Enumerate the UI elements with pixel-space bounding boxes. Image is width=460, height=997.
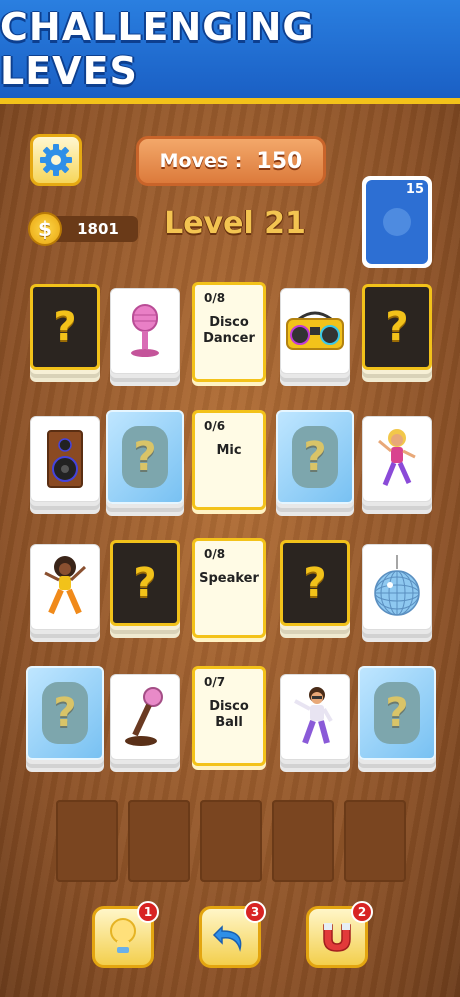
card-disco-dancer[interactable] bbox=[362, 416, 432, 502]
deck-emblem-icon bbox=[383, 208, 411, 236]
mystery-card[interactable]: ? bbox=[280, 540, 350, 626]
card-stack[interactable] bbox=[362, 416, 432, 516]
settings-button[interactable] bbox=[30, 134, 82, 186]
goal-count: 0/7 bbox=[204, 675, 226, 689]
goal-count: 0/8 bbox=[204, 291, 226, 305]
goal-label: Disco Dancer bbox=[203, 315, 255, 346]
goal-card-mic: 0/6 Mic bbox=[192, 410, 266, 510]
card-stack[interactable] bbox=[30, 416, 100, 516]
booster-count-badge: 3 bbox=[244, 901, 266, 923]
goal-label: Speaker bbox=[199, 571, 259, 586]
card-stack[interactable]: ? bbox=[358, 666, 436, 770]
booster-count-badge: 2 bbox=[351, 901, 373, 923]
question-mark-icon: ? bbox=[133, 560, 157, 606]
card-speaker[interactable] bbox=[30, 416, 100, 502]
card-disco-ball[interactable] bbox=[362, 544, 432, 630]
card-stack[interactable]: ? bbox=[106, 410, 184, 514]
disco-ball-icon bbox=[374, 555, 420, 616]
card-stack[interactable] bbox=[280, 288, 350, 388]
card-stack[interactable]: ? bbox=[362, 284, 432, 384]
mystery-card[interactable]: ? bbox=[30, 284, 100, 370]
goal-count: 0/6 bbox=[204, 419, 226, 433]
magnet-booster-button[interactable]: 2 bbox=[306, 901, 373, 968]
moves-counter: Moves : 150 bbox=[136, 136, 326, 186]
card-stack[interactable] bbox=[110, 288, 180, 388]
disco-dancer-icon bbox=[378, 429, 416, 486]
card-stack[interactable] bbox=[280, 674, 350, 774]
frozen-card[interactable]: ? bbox=[26, 666, 104, 760]
goal-label: Mic bbox=[216, 443, 242, 458]
card-stack[interactable]: ? bbox=[26, 666, 104, 770]
card-mic[interactable] bbox=[110, 674, 180, 760]
frozen-card[interactable]: ? bbox=[358, 666, 436, 760]
frozen-card-back: ? bbox=[42, 682, 88, 744]
card-stack[interactable]: ? bbox=[276, 410, 354, 514]
card-boombox[interactable] bbox=[280, 288, 350, 374]
mystery-card[interactable]: ? bbox=[362, 284, 432, 370]
disco-dancer-suit-icon bbox=[294, 687, 333, 745]
goal-card-speaker: 0/8 Speaker bbox=[192, 538, 266, 638]
collection-slot bbox=[272, 800, 334, 882]
coin-icon: $ bbox=[28, 212, 62, 246]
deck-card-back: 15 bbox=[366, 180, 428, 264]
deck-count: 15 bbox=[405, 182, 424, 197]
card-disco-dancer[interactable] bbox=[30, 544, 100, 630]
question-mark-icon: ? bbox=[385, 304, 409, 350]
magnet-icon bbox=[323, 923, 351, 952]
hint-booster-button[interactable]: 1 bbox=[92, 901, 159, 968]
frozen-card-back: ? bbox=[292, 426, 338, 488]
stage-microphone-icon bbox=[125, 687, 163, 746]
lightbulb-icon bbox=[110, 918, 136, 953]
card-disco-dancer[interactable] bbox=[280, 674, 350, 760]
booster-count-badge: 1 bbox=[137, 901, 159, 923]
card-stack[interactable] bbox=[30, 544, 100, 644]
frozen-card[interactable]: ? bbox=[106, 410, 184, 504]
collection-slot bbox=[56, 800, 118, 882]
goal-count: 0/8 bbox=[204, 547, 226, 561]
banner-title: CHALLENGING LEVES bbox=[0, 5, 315, 93]
goal-card-disco-ball: 0/7 Disco Ball bbox=[192, 666, 266, 766]
goal-card-disco-dancer: 0/8 Disco Dancer bbox=[192, 282, 266, 382]
pink-microphone-icon bbox=[131, 304, 159, 357]
gear-icon bbox=[40, 144, 72, 176]
card-stack[interactable]: ? bbox=[30, 284, 100, 384]
card-stack[interactable] bbox=[110, 674, 180, 774]
question-mark-icon: ? bbox=[303, 560, 327, 606]
card-stack[interactable]: ? bbox=[110, 540, 180, 640]
coin-symbol: $ bbox=[38, 217, 52, 241]
undo-booster-button[interactable]: 3 bbox=[199, 901, 266, 968]
question-mark-icon: ? bbox=[133, 434, 157, 480]
card-stack[interactable] bbox=[362, 544, 432, 644]
level-title: Level 21 bbox=[164, 206, 306, 241]
question-mark-icon: ? bbox=[303, 434, 327, 480]
frozen-card-back: ? bbox=[122, 426, 168, 488]
question-mark-icon: ? bbox=[53, 304, 77, 350]
moves-label: Moves : bbox=[159, 150, 243, 172]
question-mark-icon: ? bbox=[385, 690, 409, 736]
frozen-card-back: ? bbox=[374, 682, 420, 744]
collection-slot bbox=[200, 800, 262, 882]
frozen-card[interactable]: ? bbox=[276, 410, 354, 504]
title-banner: CHALLENGING LEVES bbox=[0, 0, 460, 104]
boombox-icon bbox=[286, 311, 344, 350]
coin-amount: 1801 bbox=[77, 220, 119, 238]
card-mic[interactable] bbox=[110, 288, 180, 374]
collection-slot bbox=[128, 800, 190, 882]
draw-deck[interactable]: 15 bbox=[362, 176, 432, 268]
card-stack[interactable]: ? bbox=[280, 540, 350, 640]
goal-label: Disco Ball bbox=[209, 699, 249, 730]
speaker-icon bbox=[47, 430, 83, 488]
disco-dancer-afro-icon bbox=[44, 556, 87, 615]
moves-value: 150 bbox=[256, 148, 303, 174]
mystery-card[interactable]: ? bbox=[110, 540, 180, 626]
question-mark-icon: ? bbox=[53, 690, 77, 736]
collection-slot bbox=[344, 800, 406, 882]
undo-arrow-icon bbox=[212, 925, 242, 952]
